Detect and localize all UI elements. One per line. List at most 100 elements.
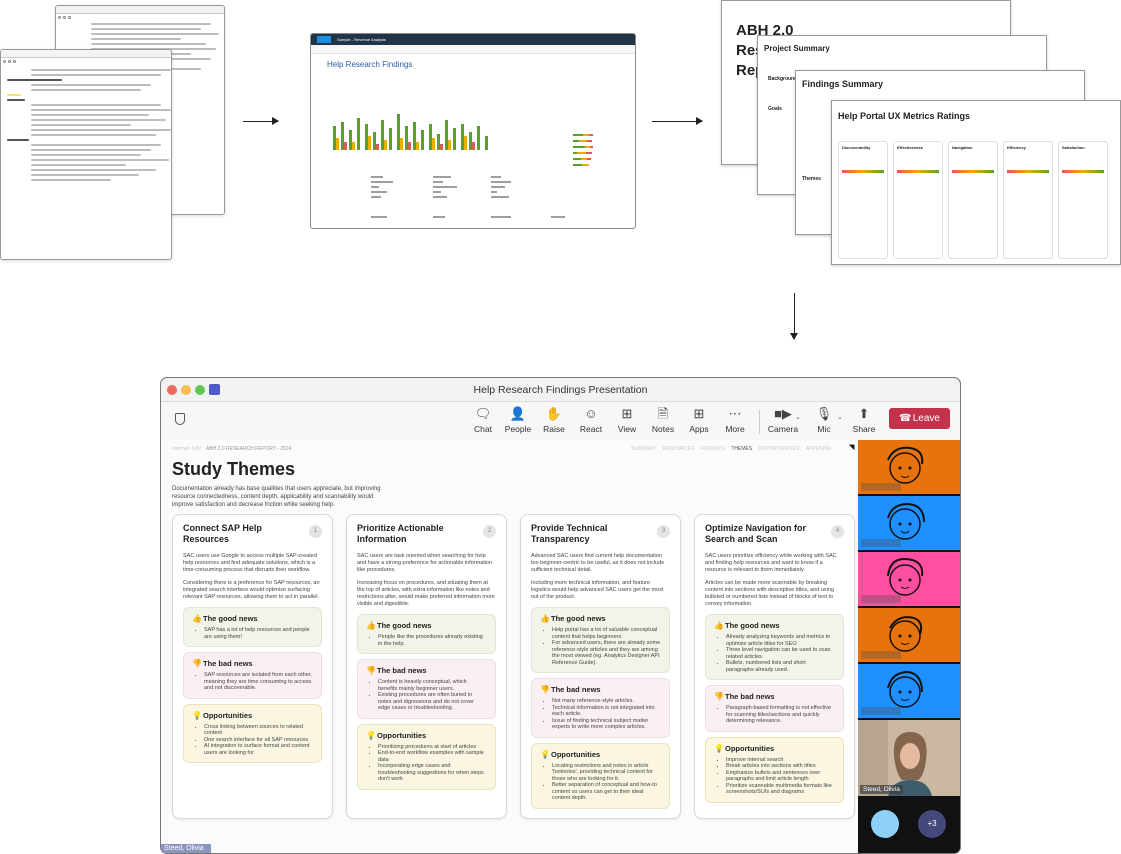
self-name-label: Steed, Olivia — [860, 785, 903, 794]
notes-button[interactable]: 🗎 Notes — [646, 406, 680, 434]
summary-section-goals: Goals — [768, 106, 782, 112]
self-video-tile[interactable]: Steed, Olivia — [858, 720, 960, 796]
view-button[interactable]: ⊞ View — [610, 406, 644, 434]
flow-arrow-3 — [790, 293, 798, 340]
mic-options-chevron-icon[interactable]: ⌄ — [837, 413, 843, 421]
card-description: SAC users use Google to access multiple … — [183, 553, 320, 600]
participant-tile[interactable] — [858, 664, 960, 718]
chat-icon: 🗨 — [474, 406, 492, 421]
meeting-toolbar: 🗨 Chat 👤 People ✋ Raise ☺ React ⊞ View 🗎 Notes… — [161, 402, 960, 440]
shield-icon[interactable] — [175, 413, 185, 425]
share-button[interactable]: ⬆ Share — [847, 406, 881, 434]
list-item: SAP resources are isolated from each oth… — [204, 672, 313, 692]
list-item: Existing procedures are often buried in … — [378, 692, 487, 712]
opportunities-box: 💡Opportunities Locating restrictions and… — [531, 742, 670, 809]
participant-tile[interactable] — [858, 608, 960, 662]
mic-button[interactable]: 🎙 Mic — [807, 406, 841, 434]
leave-button[interactable]: ☎ Leave — [889, 408, 950, 429]
opportunities-box: 💡Opportunities Improve internal searchBr… — [705, 736, 844, 803]
list-item: Prioritize scannable multimedia formats … — [726, 783, 835, 796]
card-description: SAC users prioritize efficiency while wo… — [705, 553, 837, 607]
mic-icon: 🎙 — [815, 406, 833, 421]
card-title: Connect SAP Help Resources — [183, 523, 262, 544]
hand-icon: ✋ — [545, 406, 563, 421]
list-item: Cross linking between sources to related… — [204, 724, 313, 737]
participant-tile[interactable] — [858, 496, 960, 550]
metrics-title: Help Portal UX Metrics Ratings — [838, 111, 971, 121]
shared-slide: Internal: SAP ABH 2.0 RESEARCH REPORT - … — [161, 440, 858, 853]
notes-icon: 🗎 — [657, 406, 669, 421]
theme-card-4: Optimize Navigation for Search and Scan … — [694, 514, 855, 819]
list-item: Content is heavily conceptual, which ben… — [378, 679, 487, 692]
bad-news-box: 👎The bad news Paragraph-based formatting… — [705, 685, 844, 732]
apps-icon: ⊞ — [693, 406, 705, 421]
thumbs-down-icon: 👎 — [366, 666, 376, 675]
card-description: Advanced SAC users find current help doc… — [531, 553, 665, 600]
list-item: Emphasize bullets and sentences over par… — [726, 770, 835, 783]
flow-arrow-1 — [243, 117, 279, 125]
apps-button[interactable]: ⊞ Apps — [682, 406, 716, 434]
lightbulb-icon: 💡 — [366, 730, 376, 740]
theme-card-1: Connect SAP Help Resources 1 SAC users u… — [172, 514, 333, 819]
card-title: Provide Technical Transparency — [531, 523, 608, 544]
report-label: ABH 2.0 RESEARCH REPORT - 2024 — [206, 446, 292, 452]
list-item: Paragraph-based formatting is not effect… — [726, 705, 835, 725]
raise-hand-button[interactable]: ✋ Raise — [537, 406, 571, 434]
opportunities-box: 💡Opportunities Prioritizing procedures a… — [357, 723, 496, 790]
slide-title: Study Themes — [172, 459, 296, 479]
list-item: Incorporating edge cases and troubleshoo… — [378, 763, 487, 783]
leave-label: Leave — [912, 413, 940, 424]
presenter-name-label: Steed, Olivia — [161, 844, 211, 853]
sac-story-thumbnail: Sample - Revenue Analysis Help Research … — [310, 33, 636, 229]
more-icon: ⋯ — [728, 406, 742, 421]
lightbulb-icon: 💡 — [714, 743, 724, 753]
nav-formats: FORMATS — [700, 446, 725, 452]
project-summary-title: Project Summary — [764, 44, 830, 53]
thumbs-up-icon: 👍 — [540, 614, 550, 623]
card-description: SAC users are task oriented when searchi… — [357, 553, 495, 607]
flow-arrow-2 — [652, 117, 703, 125]
grid-icon: ⊞ — [621, 406, 633, 421]
card-number: 3 — [657, 525, 670, 538]
more-button[interactable]: ⋯ More — [718, 406, 752, 434]
slide-intro: Documentation already has base qualities… — [172, 486, 381, 508]
list-item: Help portal has a lot of valuable concep… — [552, 627, 661, 640]
list-item: Bullets, numbered lists and short paragr… — [726, 660, 835, 673]
chat-button[interactable]: 🗨 Chat — [466, 406, 500, 434]
good-news-box: 👍The good news Help portal has a lot of … — [531, 607, 670, 673]
thumbs-up-icon: 👍 — [366, 621, 376, 630]
opportunities-box: 💡Opportunities Cross linking between sou… — [183, 703, 322, 763]
thumbs-up-icon: 👍 — [192, 614, 202, 623]
share-icon: ⬆ — [858, 406, 870, 421]
nav-summary: SUMMARY — [631, 446, 657, 452]
list-item: Better separation of conceptual and how-… — [552, 782, 661, 802]
react-button[interactable]: ☺ React — [574, 406, 608, 434]
card-number: 2 — [483, 525, 496, 538]
slide-nav: SUMMARY RESOURCES FORMATS THEMES OPPORTU… — [626, 446, 831, 452]
bad-news-box: 👎The bad news Not many reference-style a… — [531, 678, 670, 738]
sac-mini-charts — [333, 114, 593, 218]
list-item: People like the procedures already exist… — [378, 634, 487, 647]
list-item: Three level navigation can be used to sc… — [726, 647, 835, 660]
metric-col-efficiency: Efficiency — [1007, 145, 1026, 150]
metric-col-effectiveness: Effectiveness — [897, 145, 923, 150]
list-item: SAP has a lot of help resources and peop… — [204, 627, 313, 640]
people-button[interactable]: 👤 People — [501, 406, 535, 434]
participant-tile[interactable] — [858, 552, 960, 606]
theme-card-3: Provide Technical Transparency 3 Advance… — [520, 514, 681, 819]
camera-options-chevron-icon[interactable]: ⌄ — [795, 413, 801, 421]
nav-themes: THEMES — [731, 446, 753, 452]
card-number: 1 — [309, 525, 322, 538]
lightbulb-icon: 💡 — [540, 749, 550, 759]
lightbulb-icon: 💡 — [192, 710, 202, 720]
bad-news-box: 👎The bad news SAP resources are isolated… — [183, 652, 322, 699]
more-participants-button[interactable]: +3 — [918, 810, 946, 838]
thumbs-up-icon: 👍 — [714, 621, 724, 630]
participant-bubble[interactable] — [871, 810, 899, 838]
good-news-box: 👍The good news People like the procedure… — [357, 614, 496, 654]
list-item: For advanced users, there are already so… — [552, 640, 661, 666]
metric-col-navigation: Navigation — [952, 145, 973, 150]
thumbs-down-icon: 👎 — [540, 685, 550, 694]
participant-tile[interactable] — [858, 440, 960, 494]
smiley-icon: ☺ — [584, 406, 598, 421]
